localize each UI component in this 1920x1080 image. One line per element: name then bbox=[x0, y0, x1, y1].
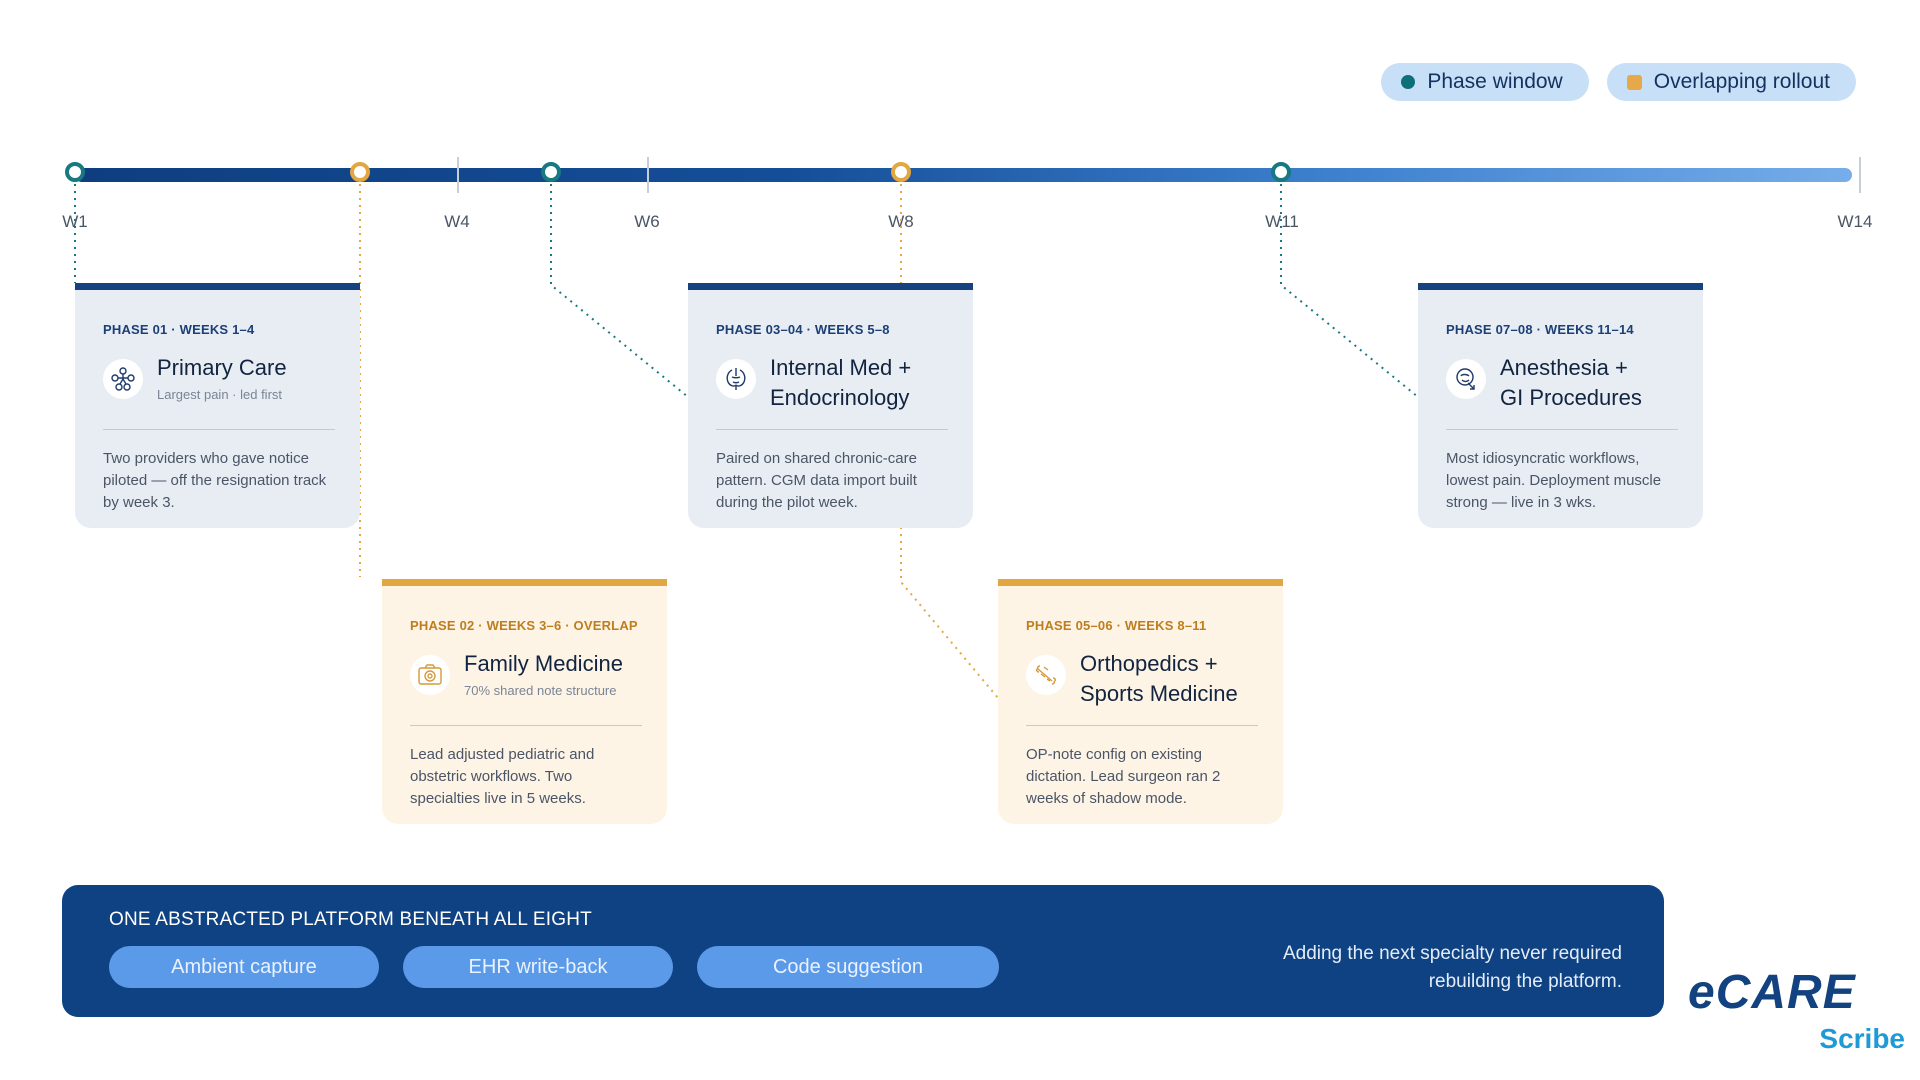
card-divider bbox=[103, 429, 335, 430]
card-title-line-1: Anesthesia + bbox=[1500, 355, 1628, 380]
card-title-line-2: GI Procedures bbox=[1500, 385, 1642, 410]
phase-label: PHASE 02 · WEEKS 3–6 · OVERLAP bbox=[410, 618, 638, 633]
connector-phase-07 bbox=[1280, 184, 1419, 398]
card-subtitle: Largest pain · led first bbox=[157, 387, 283, 402]
phase-card-primary-care: PHASE 01 · WEEKS 1–4 Primary Care Larges… bbox=[75, 283, 360, 528]
card-body: OP-note config on existing dictation. Le… bbox=[1026, 746, 1221, 807]
card-title-line-1: Orthopedics + bbox=[1080, 651, 1218, 676]
card-divider bbox=[716, 429, 948, 430]
card-body: Lead adjusted pediatric and obstetric wo… bbox=[410, 746, 595, 807]
phase-card-orthopedics: PHASE 05–06 · WEEKS 8–11 Orthopedics + S… bbox=[998, 579, 1283, 824]
chip-code-suggestion: Code suggestion bbox=[697, 946, 999, 988]
card-divider bbox=[1026, 725, 1258, 726]
connector-phase-03 bbox=[550, 184, 689, 398]
platform-chips: Ambient capture EHR write-back Code sugg… bbox=[109, 946, 999, 988]
card-body: Two providers who gave notice piloted — … bbox=[103, 450, 327, 511]
card-body: Paired on shared chronic-care pattern. C… bbox=[716, 450, 917, 511]
card-title-line-2: Endocrinology bbox=[770, 385, 910, 410]
family-photo-icon bbox=[410, 655, 450, 695]
card-divider bbox=[410, 725, 642, 726]
card-title: Family Medicine bbox=[464, 651, 623, 676]
platform-banner: ONE ABSTRACTED PLATFORM BENEATH ALL EIGH… bbox=[62, 885, 1664, 1017]
platform-title: ONE ABSTRACTED PLATFORM BENEATH ALL EIGH… bbox=[109, 909, 592, 930]
card-body: Most idiosyncratic workflows, lowest pai… bbox=[1446, 450, 1662, 511]
card-title-line-2: Sports Medicine bbox=[1080, 681, 1238, 706]
phase-label: PHASE 01 · WEEKS 1–4 bbox=[103, 322, 255, 337]
logo-subtext: Scribe bbox=[1819, 1023, 1905, 1054]
bone-icon bbox=[1026, 655, 1066, 695]
platform-note: Adding the next specialty never required… bbox=[1282, 943, 1622, 992]
chip-ambient-capture: Ambient capture bbox=[109, 946, 379, 988]
organs-icon bbox=[716, 359, 756, 399]
card-subtitle: 70% shared note structure bbox=[464, 683, 617, 698]
phase-card-internal-med: PHASE 03–04 · WEEKS 5–8 Internal Med + E… bbox=[688, 283, 973, 528]
ecare-scribe-logo: eCARE Scribe bbox=[1688, 965, 1913, 1065]
logo-wordmark: eCARE bbox=[1688, 966, 1856, 1019]
phase-label: PHASE 07–08 · WEEKS 11–14 bbox=[1446, 322, 1634, 337]
phase-label: PHASE 03–04 · WEEKS 5–8 bbox=[716, 322, 890, 337]
anesthesia-mask-icon bbox=[1446, 359, 1486, 399]
card-title: Primary Care bbox=[157, 355, 287, 380]
phase-label: PHASE 05–06 · WEEKS 8–11 bbox=[1026, 618, 1207, 633]
care-team-icon bbox=[103, 359, 143, 399]
phase-card-anesthesia: PHASE 07–08 · WEEKS 11–14 Anesthesia + G… bbox=[1418, 283, 1703, 528]
card-divider bbox=[1446, 429, 1678, 430]
phase-card-family-medicine: PHASE 02 · WEEKS 3–6 · OVERLAP Family Me… bbox=[382, 579, 667, 824]
card-title-line-1: Internal Med + bbox=[770, 355, 912, 380]
chip-ehr-write-back: EHR write-back bbox=[403, 946, 673, 988]
